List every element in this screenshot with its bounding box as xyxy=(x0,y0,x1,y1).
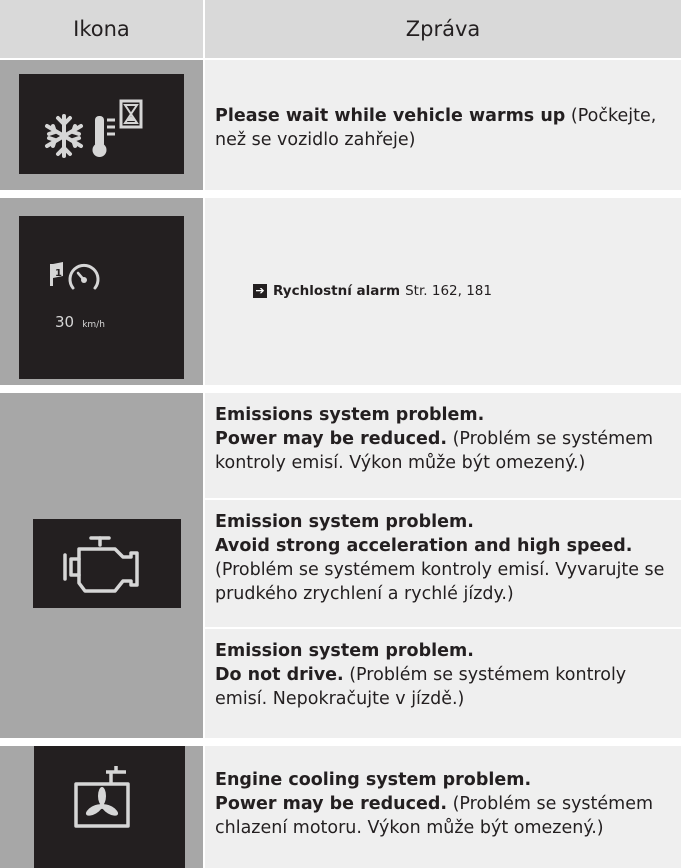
message-cell-emissions-3: Emission system problem. Do not drive. (… xyxy=(205,629,681,738)
message-line2: Do not drive. xyxy=(215,665,344,685)
arrow-icon: ➔ xyxy=(253,284,267,298)
message-emissions-1: Emissions system problem. Power may be r… xyxy=(215,403,673,475)
message-bold: Please wait while vehicle warms up xyxy=(215,106,566,126)
warming-up-snowflake-thermometer-hourglass-icon xyxy=(45,99,143,158)
icon-panel xyxy=(33,519,181,608)
xref-title: Rychlostní alarm xyxy=(273,283,401,299)
icon-panel xyxy=(34,746,185,868)
message-warming-up: Please wait while vehicle warms up (Počk… xyxy=(215,104,673,152)
icon-cell-warming-up xyxy=(0,60,203,190)
message-line2: Power may be reduced. xyxy=(215,429,448,449)
message-emissions-3: Emission system problem. Do not drive. (… xyxy=(215,639,673,711)
message-line1: Emission system problem. xyxy=(215,641,474,661)
icon-panel xyxy=(19,74,184,174)
icon-cell-engine-coolant xyxy=(0,746,203,868)
speed-value: 30 xyxy=(55,313,75,331)
check-engine-icon xyxy=(63,536,139,593)
speed-readout: 30 km/h xyxy=(55,312,105,331)
message-emissions-2: Emission system problem. Avoid strong ac… xyxy=(215,510,673,606)
message-cell-emissions-1: Emissions system problem. Power may be r… xyxy=(205,393,681,498)
message-line2: Avoid strong acceleration and high speed… xyxy=(215,536,633,556)
column-header-icon: Ikona xyxy=(0,0,203,58)
message-engine-coolant: Engine cooling system problem. Power may… xyxy=(215,768,673,840)
message-cell-emissions-2: Emission system problem. Avoid strong ac… xyxy=(205,500,681,627)
message-cell-speed-alarm: ➔ Rychlostní alarm Str. 162, 181 xyxy=(205,198,681,385)
message-line1: Engine cooling system problem. xyxy=(215,770,532,790)
icon-panel: 1 30 km/h xyxy=(19,216,184,379)
speed-unit: km/h xyxy=(82,320,105,330)
column-header-message: Zpráva xyxy=(205,0,681,58)
message-line2: Power may be reduced. xyxy=(215,794,448,814)
svg-text:1: 1 xyxy=(55,268,62,279)
message-cell-warming-up: Please wait while vehicle warms up (Počk… xyxy=(205,60,681,190)
speed-alarm-icon: 1 xyxy=(50,262,100,290)
message-table: Ikona Zpráva Please wait while vehicle w… xyxy=(0,0,681,868)
message-cell-engine-coolant: Engine cooling system problem. Power may… xyxy=(205,746,681,868)
icon-cell-speed-alarm: 1 30 km/h xyxy=(0,198,203,385)
xref-pages[interactable]: Str. 162, 181 xyxy=(405,283,492,299)
message-line1: Emission system problem. xyxy=(215,512,474,532)
icon-cell-check-engine xyxy=(0,393,203,738)
message-line1: Emissions system problem. xyxy=(215,405,485,425)
message-text: (Problém se systémem kontroly emisí. Vyv… xyxy=(215,560,665,604)
cross-reference[interactable]: ➔ Rychlostní alarm Str. 162, 181 xyxy=(253,283,492,299)
engine-coolant-warning-icon xyxy=(74,766,130,828)
